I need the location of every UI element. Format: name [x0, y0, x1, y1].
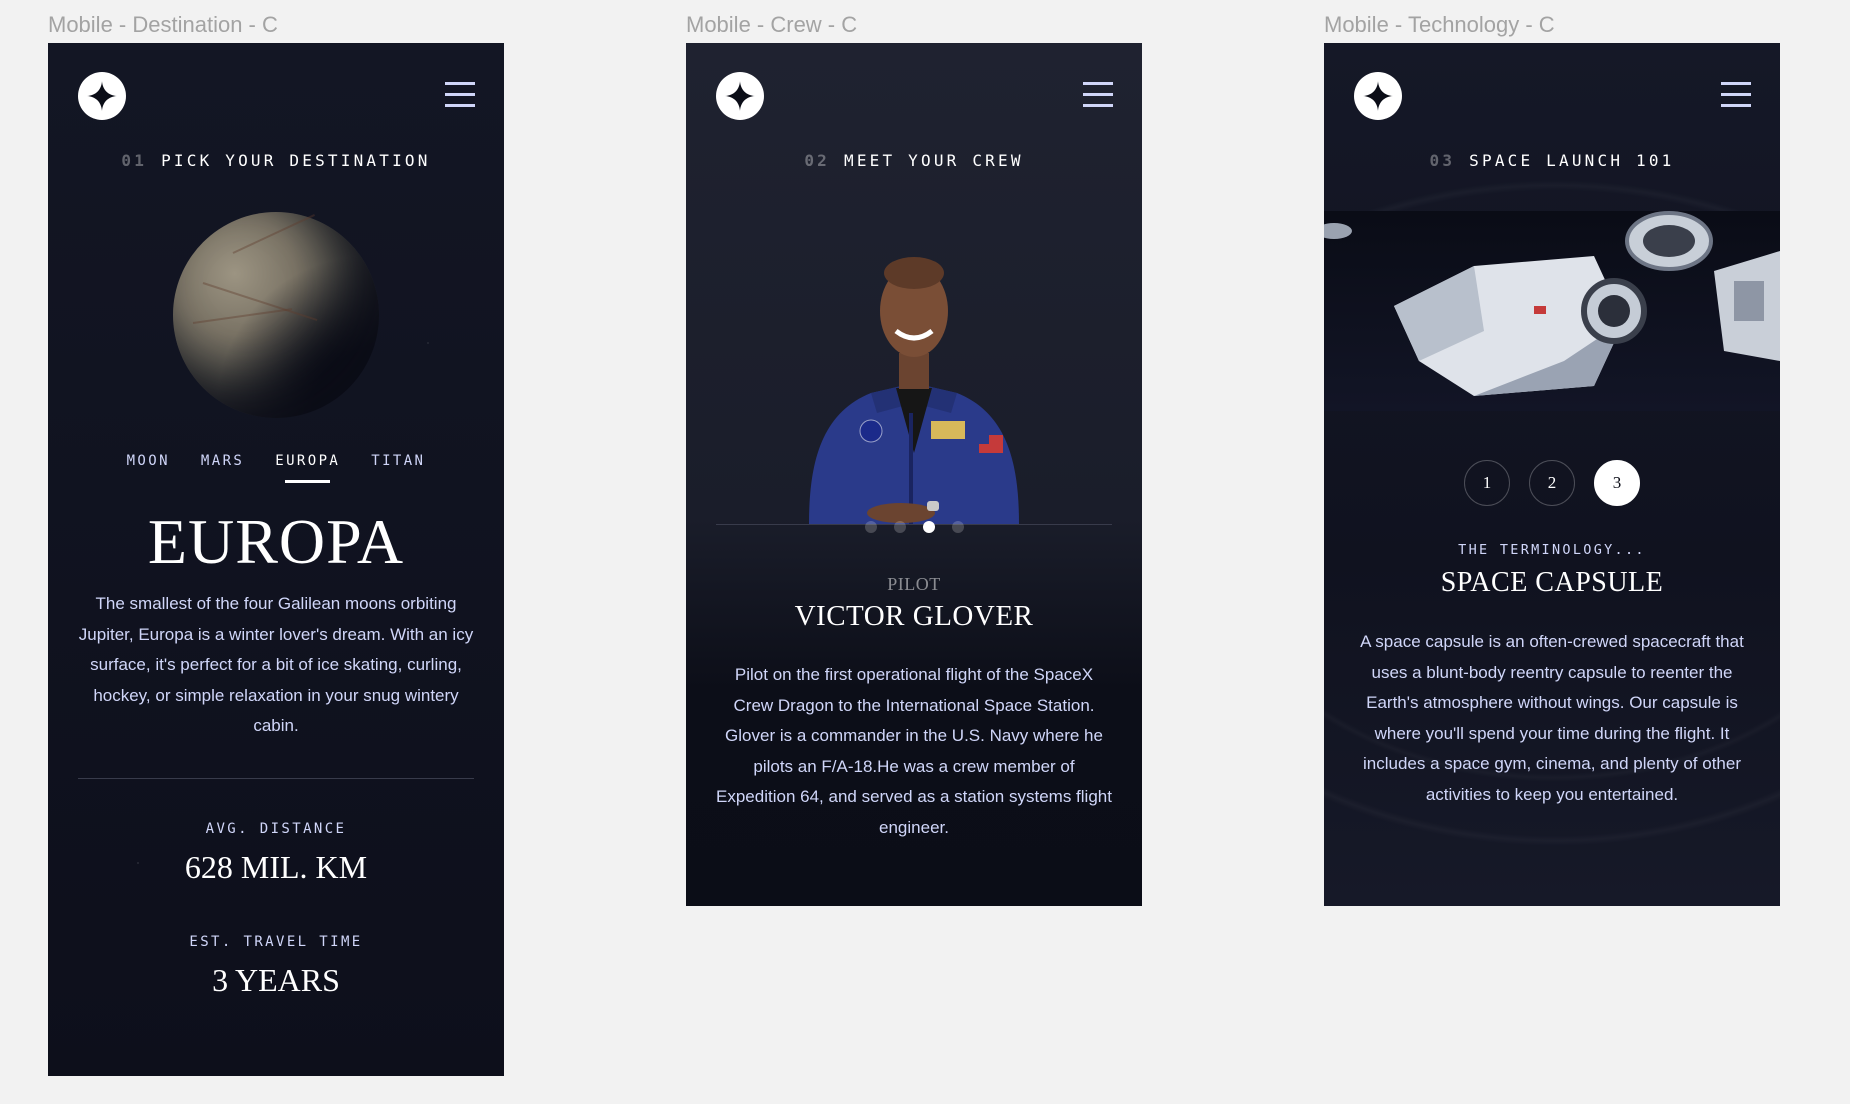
destination-name: EUROPA: [147, 506, 405, 577]
frame-label-crew: Mobile - Crew - C: [686, 12, 858, 37]
europa-planet-image: [173, 212, 379, 418]
distance-value: 628 MIL. KM: [184, 849, 368, 885]
page-eyebrow: 03 SPACE LAUNCH 101: [1324, 151, 1780, 170]
page-eyebrow: 02 MEET YOUR CREW: [686, 151, 1142, 170]
tab-titan[interactable]: TITAN: [371, 453, 425, 483]
terminology-label: THE TERMINOLOGY...: [1458, 542, 1646, 558]
tech-description: A space capsule is an often-crewed space…: [1360, 632, 1744, 804]
crew-dot-2[interactable]: [893, 521, 906, 533]
destination-screen: 01 PICK YOUR DESTINATION MOON MARS EUROPA…: [48, 43, 504, 1076]
destination-tabs: MOON MARS EUROPA TITAN: [48, 453, 504, 483]
tab-moon[interactable]: MOON: [127, 453, 170, 483]
crew-dot-1[interactable]: [864, 521, 877, 533]
travel-time-value: 3 YEARS: [212, 962, 340, 998]
frame-label-technology: Mobile - Technology - C: [1324, 12, 1555, 37]
page-eyebrow-number: 02: [804, 151, 830, 170]
crew-screen: 02 MEET YOUR CREW PILOT VICTOR GLOVER Pil…: [686, 43, 1142, 906]
divider: [78, 778, 474, 779]
page-eyebrow-number: 01: [121, 151, 148, 170]
technology-screen: 03 SPACE LAUNCH 101 1 2 3 THE TERMINOLOGY…: [1324, 43, 1780, 906]
step-3-button[interactable]: 3: [1594, 460, 1640, 506]
logo-star-icon[interactable]: [716, 72, 764, 120]
step-1-button[interactable]: 1: [1464, 460, 1510, 506]
crew-portrait-image: [809, 257, 1019, 524]
tech-name: SPACE CAPSULE: [1440, 567, 1664, 598]
logo-star-icon[interactable]: [1354, 72, 1402, 120]
tab-mars[interactable]: MARS: [201, 453, 244, 483]
space-capsule-image: [1324, 211, 1780, 411]
crew-role: PILOT: [887, 574, 941, 594]
page-eyebrow-number: 03: [1429, 151, 1456, 170]
crew-dot-4[interactable]: [951, 521, 964, 533]
travel-time-label: EST. TRAVEL TIME: [189, 934, 363, 950]
hamburger-menu-icon[interactable]: [1721, 82, 1751, 108]
distance-label: AVG. DISTANCE: [205, 821, 347, 837]
logo-star-icon[interactable]: [78, 72, 126, 120]
hamburger-menu-icon[interactable]: [1083, 82, 1113, 108]
step-2-button[interactable]: 2: [1529, 460, 1575, 506]
crew-name: VICTOR GLOVER: [794, 600, 1034, 632]
hamburger-menu-icon[interactable]: [445, 82, 475, 108]
page-eyebrow-text: MEET YOUR CREW: [844, 151, 1024, 170]
tech-step-nav: 1 2 3: [1324, 460, 1780, 506]
page-eyebrow: 01 PICK YOUR DESTINATION: [48, 151, 504, 170]
destination-description: The smallest of the four Galilean moons …: [78, 594, 474, 735]
page-eyebrow-text: SPACE LAUNCH 101: [1469, 151, 1675, 170]
tab-europa[interactable]: EUROPA: [275, 453, 340, 483]
crew-bio: Pilot on the first operational flight of…: [716, 665, 1112, 837]
crew-carousel-dots: [686, 521, 1142, 533]
crew-dot-3[interactable]: [922, 521, 935, 533]
page-eyebrow-text: PICK YOUR DESTINATION: [161, 151, 431, 170]
frame-label-destination: Mobile - Destination - C: [48, 12, 278, 37]
